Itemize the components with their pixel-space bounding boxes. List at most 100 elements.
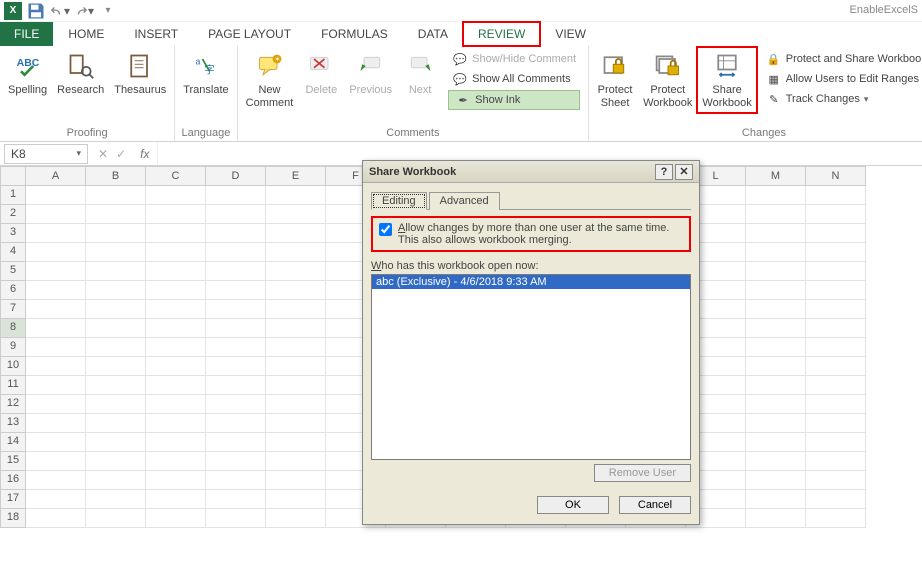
cell-E1[interactable] (266, 186, 326, 205)
cell-N10[interactable] (806, 357, 866, 376)
row-header-14[interactable]: 14 (0, 433, 26, 452)
cell-C2[interactable] (146, 205, 206, 224)
dialog-close-button[interactable]: ✕ (675, 164, 693, 180)
open-users-list[interactable]: abc (Exclusive) - 4/6/2018 9:33 AM (371, 274, 691, 460)
cell-M4[interactable] (746, 243, 806, 262)
cell-A17[interactable] (26, 490, 86, 509)
cell-B3[interactable] (86, 224, 146, 243)
next-comment-button[interactable]: Next (398, 48, 442, 99)
cell-N9[interactable] (806, 338, 866, 357)
cell-D6[interactable] (206, 281, 266, 300)
cell-C6[interactable] (146, 281, 206, 300)
user-list-item[interactable]: abc (Exclusive) - 4/6/2018 9:33 AM (372, 275, 690, 289)
cell-E17[interactable] (266, 490, 326, 509)
dialog-tab-editing[interactable]: Editing (371, 192, 427, 210)
cell-D10[interactable] (206, 357, 266, 376)
cell-N14[interactable] (806, 433, 866, 452)
cell-E9[interactable] (266, 338, 326, 357)
cell-B7[interactable] (86, 300, 146, 319)
cell-B5[interactable] (86, 262, 146, 281)
cell-M7[interactable] (746, 300, 806, 319)
dialog-tab-advanced[interactable]: Advanced (429, 192, 500, 210)
cell-C18[interactable] (146, 509, 206, 528)
thesaurus-button[interactable]: Thesaurus (110, 48, 170, 99)
row-header-2[interactable]: 2 (0, 205, 26, 224)
cell-D4[interactable] (206, 243, 266, 262)
cell-M13[interactable] (746, 414, 806, 433)
cell-M12[interactable] (746, 395, 806, 414)
row-header-9[interactable]: 9 (0, 338, 26, 357)
cell-M17[interactable] (746, 490, 806, 509)
col-header-D[interactable]: D (206, 166, 266, 186)
cell-N16[interactable] (806, 471, 866, 490)
col-header-N[interactable]: N (806, 166, 866, 186)
row-header-12[interactable]: 12 (0, 395, 26, 414)
tab-insert[interactable]: INSERT (119, 22, 193, 46)
cell-N15[interactable] (806, 452, 866, 471)
spelling-button[interactable]: ABC Spelling (4, 48, 51, 99)
cell-E16[interactable] (266, 471, 326, 490)
fx-icon[interactable]: fx (132, 147, 157, 161)
cell-E15[interactable] (266, 452, 326, 471)
row-header-5[interactable]: 5 (0, 262, 26, 281)
previous-comment-button[interactable]: Previous (345, 48, 396, 99)
cell-C12[interactable] (146, 395, 206, 414)
cell-M15[interactable] (746, 452, 806, 471)
translate-button[interactable]: a字 Translate (179, 48, 232, 99)
row-header-11[interactable]: 11 (0, 376, 26, 395)
cell-A2[interactable] (26, 205, 86, 224)
delete-comment-button[interactable]: Delete (299, 48, 343, 99)
cell-N7[interactable] (806, 300, 866, 319)
cell-C17[interactable] (146, 490, 206, 509)
cell-D18[interactable] (206, 509, 266, 528)
cell-N6[interactable] (806, 281, 866, 300)
cell-E13[interactable] (266, 414, 326, 433)
row-header-1[interactable]: 1 (0, 186, 26, 205)
col-header-C[interactable]: C (146, 166, 206, 186)
cell-E8[interactable] (266, 319, 326, 338)
cell-N3[interactable] (806, 224, 866, 243)
cell-B1[interactable] (86, 186, 146, 205)
cell-M10[interactable] (746, 357, 806, 376)
cell-C15[interactable] (146, 452, 206, 471)
col-header-A[interactable]: A (26, 166, 86, 186)
cell-N4[interactable] (806, 243, 866, 262)
cell-E14[interactable] (266, 433, 326, 452)
cell-A7[interactable] (26, 300, 86, 319)
cell-B18[interactable] (86, 509, 146, 528)
row-header-13[interactable]: 13 (0, 414, 26, 433)
cell-M5[interactable] (746, 262, 806, 281)
cell-D8[interactable] (206, 319, 266, 338)
cell-D15[interactable] (206, 452, 266, 471)
cell-E7[interactable] (266, 300, 326, 319)
cell-C1[interactable] (146, 186, 206, 205)
cell-M6[interactable] (746, 281, 806, 300)
research-button[interactable]: Research (53, 48, 108, 99)
cell-M1[interactable] (746, 186, 806, 205)
cell-E12[interactable] (266, 395, 326, 414)
show-hide-comment-button[interactable]: 💬 Show/Hide Comment (448, 50, 580, 68)
row-header-7[interactable]: 7 (0, 300, 26, 319)
remove-user-button[interactable]: Remove User (594, 464, 691, 482)
cell-D12[interactable] (206, 395, 266, 414)
cell-N17[interactable] (806, 490, 866, 509)
cell-C14[interactable] (146, 433, 206, 452)
cell-C8[interactable] (146, 319, 206, 338)
cell-M14[interactable] (746, 433, 806, 452)
cell-E6[interactable] (266, 281, 326, 300)
cell-E2[interactable] (266, 205, 326, 224)
cell-D16[interactable] (206, 471, 266, 490)
cell-B15[interactable] (86, 452, 146, 471)
col-header-B[interactable]: B (86, 166, 146, 186)
cell-E4[interactable] (266, 243, 326, 262)
cell-D3[interactable] (206, 224, 266, 243)
cell-B6[interactable] (86, 281, 146, 300)
cell-C9[interactable] (146, 338, 206, 357)
cell-N5[interactable] (806, 262, 866, 281)
tab-data[interactable]: DATA (403, 22, 463, 46)
track-changes-button[interactable]: ✎ Track Changes ▾ (762, 90, 922, 108)
row-header-4[interactable]: 4 (0, 243, 26, 262)
cell-C10[interactable] (146, 357, 206, 376)
cell-A4[interactable] (26, 243, 86, 262)
cell-B13[interactable] (86, 414, 146, 433)
